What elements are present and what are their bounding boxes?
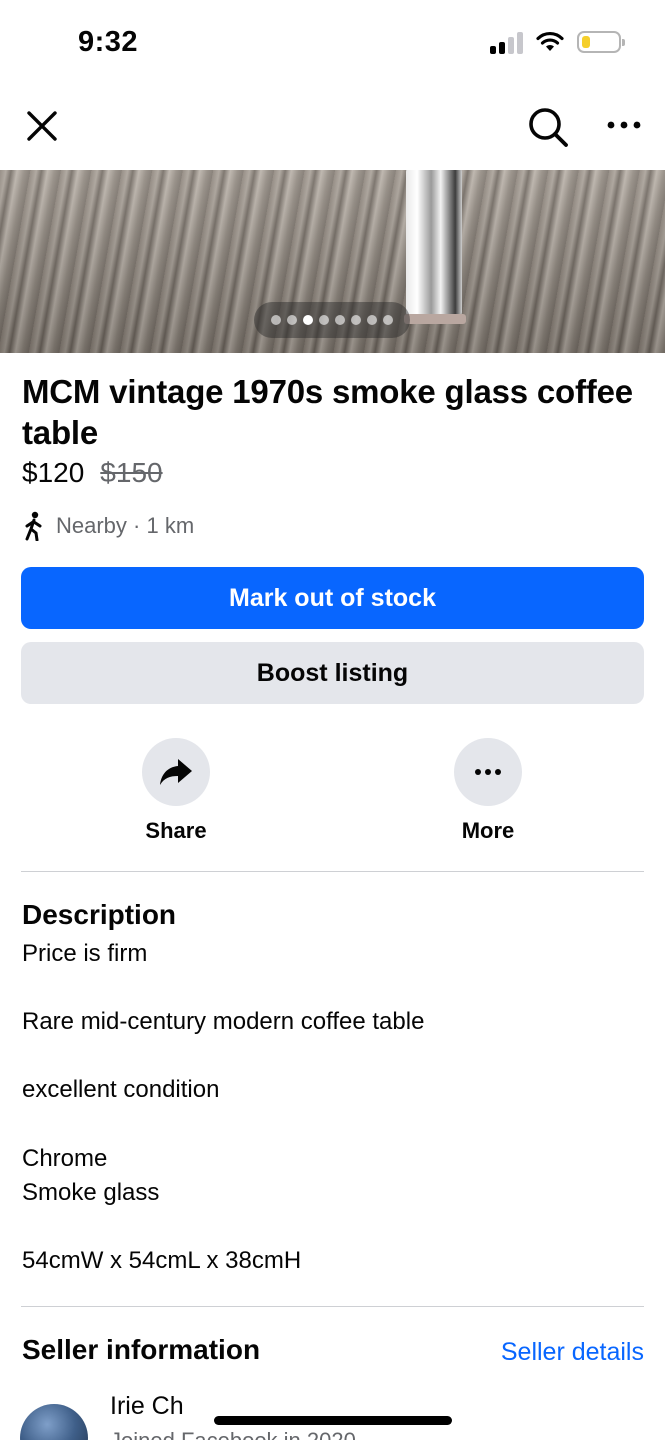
seller-name[interactable]: Irie Ch [110, 1392, 184, 1421]
original-price: $150 [100, 457, 163, 488]
pager-dot[interactable] [351, 315, 361, 325]
pager-dot[interactable] [271, 315, 281, 325]
wifi-icon [536, 31, 564, 51]
pager-dot[interactable] [335, 315, 345, 325]
pager-dot[interactable] [367, 315, 377, 325]
chrome-table-foot-image [404, 314, 466, 324]
seller-avatar[interactable] [20, 1404, 88, 1440]
close-icon[interactable] [24, 108, 60, 144]
more-action[interactable]: More [428, 738, 548, 844]
description-heading: Description [22, 899, 177, 930]
walking-person-icon [25, 511, 42, 541]
seller-info-heading: Seller information [22, 1334, 261, 1365]
description-line: 54cmW x 54cmL x 38cmH [22, 1247, 302, 1274]
status-time: 9:32 [78, 26, 139, 58]
cellular-signal-icon [490, 30, 523, 54]
battery-icon [577, 31, 625, 53]
description-line: Smoke glass [22, 1179, 160, 1206]
more-icon-circle[interactable] [454, 738, 522, 806]
status-bar: 9:32 [0, 0, 665, 88]
description-line: Price is firm [22, 940, 148, 967]
pager-dot[interactable] [287, 315, 297, 325]
home-indicator[interactable] [214, 1416, 452, 1425]
more-icon [475, 769, 501, 775]
more-icon[interactable] [604, 115, 644, 135]
mark-out-of-stock-button[interactable]: Mark out of stock [21, 567, 644, 629]
price-row: $120 $150 [22, 457, 163, 489]
divider [21, 871, 644, 872]
share-action[interactable]: Share [116, 738, 236, 844]
description-line: excellent condition [22, 1076, 220, 1103]
listing-title: MCM vintage 1970s smoke glass coffee tab… [22, 373, 633, 451]
location-text: Nearby · 1 km [56, 513, 195, 538]
share-icon-circle[interactable] [142, 738, 210, 806]
seller-details-link[interactable]: Seller details [501, 1338, 644, 1367]
pager-dot[interactable] [303, 315, 313, 325]
search-icon[interactable] [526, 105, 570, 149]
description-line: Rare mid-century modern coffee table [22, 1008, 425, 1035]
divider [21, 1306, 644, 1307]
listing-price: $120 [22, 457, 85, 488]
more-label: More [461, 818, 515, 843]
boost-listing-button[interactable]: Boost listing [21, 642, 644, 704]
pager-dot[interactable] [383, 315, 393, 325]
top-nav-bar [0, 88, 665, 170]
share-icon [160, 759, 192, 785]
share-label: Share [145, 818, 207, 843]
chrome-table-leg-image [406, 170, 462, 318]
description-line: Chrome [22, 1145, 108, 1172]
status-icons [490, 30, 625, 54]
pager-dot[interactable] [319, 315, 329, 325]
location-row: Nearby · 1 km [22, 511, 194, 541]
seller-joined-text: Joined Facebook in 2020 [110, 1428, 356, 1440]
photo-pager-dots[interactable] [254, 302, 410, 338]
